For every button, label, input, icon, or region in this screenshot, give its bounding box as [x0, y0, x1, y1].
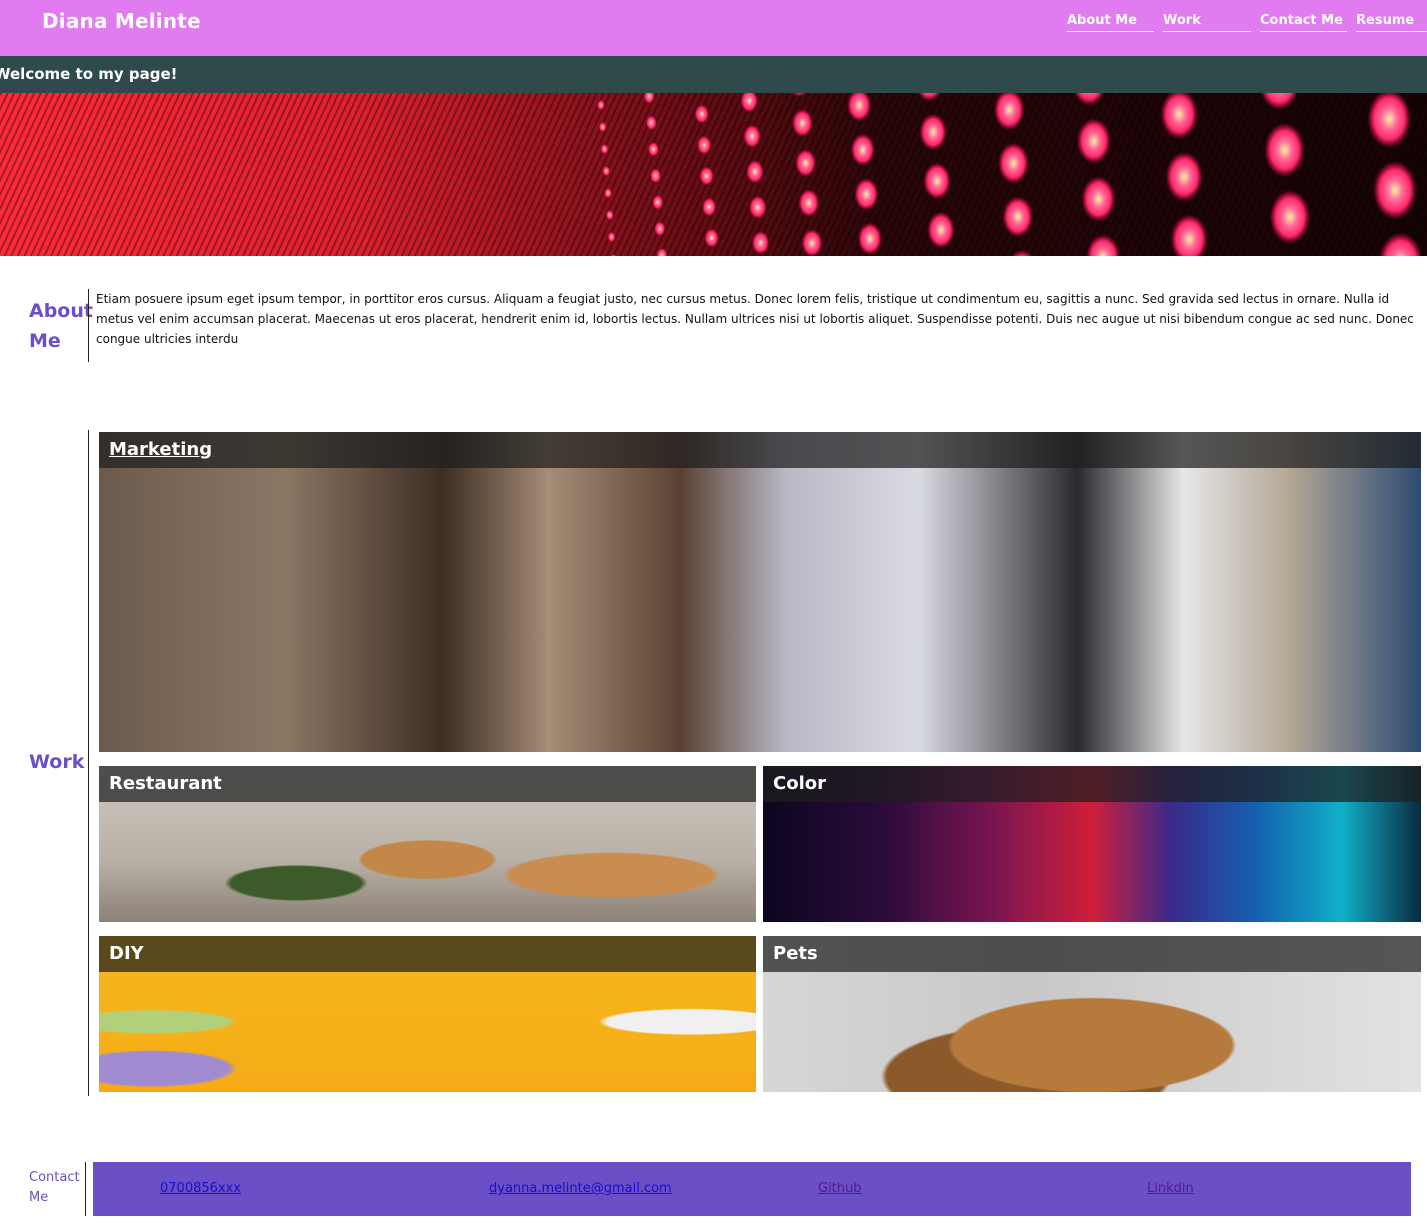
led-dot	[1011, 249, 1033, 256]
led-dot	[854, 178, 879, 211]
welcome-text: Welcome to my page!	[0, 65, 178, 83]
led-dot	[604, 188, 612, 198]
led-dot	[792, 109, 813, 137]
nav-resume[interactable]: Resume	[1356, 13, 1427, 32]
contact-linkedin-link[interactable]: Linkdin	[1147, 1181, 1194, 1196]
work-tile-color[interactable]: Color	[763, 766, 1421, 922]
led-dot	[699, 166, 714, 186]
led-dot	[606, 210, 614, 220]
led-dot	[1076, 118, 1111, 164]
led-dot	[1170, 214, 1208, 256]
led-dot	[998, 142, 1029, 184]
led-dot	[645, 115, 657, 130]
led-dot	[598, 122, 607, 132]
contact-divider	[85, 1162, 86, 1216]
led-dot	[751, 231, 770, 255]
tile-caption-bar: Color	[763, 766, 1421, 802]
led-dot	[1264, 123, 1305, 177]
about-paragraph: Etiam posuere ipsum eget ipsum tempor, i…	[96, 292, 1414, 346]
led-dot	[1160, 93, 1198, 140]
led-dot	[610, 254, 617, 256]
brand-title[interactable]: Diana Melinte	[42, 9, 201, 33]
work-heading: Work	[29, 751, 85, 773]
contact-heading: Contact Me	[29, 1168, 80, 1208]
about-heading-line2: Me	[29, 330, 61, 352]
work-tile-marketing[interactable]: Marketing	[99, 432, 1421, 752]
led-dot	[600, 144, 609, 154]
led-dot	[993, 93, 1025, 131]
led-dot	[850, 133, 875, 166]
nav-contact-me[interactable]: Contact Me	[1260, 13, 1347, 32]
led-dot	[702, 197, 717, 217]
led-dot	[917, 93, 941, 102]
welcome-bar: Welcome to my page!	[0, 56, 1427, 93]
led-dot	[927, 211, 955, 249]
led-dot	[743, 124, 761, 148]
work-tile-pets[interactable]: Pets	[763, 936, 1421, 1092]
tile-caption-bar: DIY	[99, 936, 756, 972]
contact-github-link[interactable]: Github	[818, 1181, 862, 1196]
led-dot	[792, 93, 807, 97]
contact-email-link[interactable]: dyanna.melinte@gmail.com	[489, 1181, 672, 1196]
led-dot	[1260, 93, 1299, 110]
contact-heading-line1: Contact	[29, 1170, 80, 1185]
tile-caption-bar: Marketing	[99, 432, 1421, 468]
led-dot	[697, 135, 712, 155]
led-dot	[1379, 232, 1423, 256]
nav-work[interactable]: Work	[1163, 13, 1251, 32]
tile-title-marketing[interactable]: Marketing	[109, 439, 212, 460]
contact-heading-line2: Me	[29, 1190, 49, 1205]
led-dot	[795, 149, 816, 177]
contact-phone-link[interactable]: 0700856xxx	[160, 1181, 241, 1196]
led-dot	[1002, 196, 1034, 238]
tile-title-color[interactable]: Color	[773, 773, 826, 794]
led-dot	[1373, 161, 1417, 220]
tile-title-restaurant[interactable]: Restaurant	[109, 773, 222, 794]
led-dot	[1269, 190, 1311, 244]
nav-about-me[interactable]: About Me	[1067, 13, 1154, 32]
led-lights-pattern	[597, 93, 1423, 256]
led-dot	[1081, 176, 1116, 222]
led-dot	[650, 168, 661, 183]
work-tile-restaurant[interactable]: Restaurant	[99, 766, 756, 922]
work-divider	[88, 430, 89, 1096]
hero-banner-image	[0, 93, 1427, 256]
about-heading-line1: About	[29, 300, 93, 322]
led-dot	[643, 93, 655, 104]
contact-links-bar: 0700856xxx dyanna.melinte@gmail.com Gith…	[93, 1162, 1411, 1216]
led-dot	[919, 113, 947, 151]
led-dot	[1074, 93, 1105, 106]
led-dot	[857, 222, 882, 255]
led-dot	[798, 189, 820, 217]
led-dot	[1086, 234, 1121, 256]
led-dot	[694, 104, 709, 124]
tile-title-diy[interactable]: DIY	[109, 943, 144, 964]
led-dot	[740, 93, 758, 113]
led-dot	[1165, 151, 1203, 202]
led-dot	[749, 195, 767, 219]
tile-caption-bar: Restaurant	[99, 766, 756, 802]
led-dot	[923, 162, 951, 200]
tile-title-pets[interactable]: Pets	[773, 943, 818, 964]
about-divider	[88, 289, 89, 362]
led-dot	[746, 160, 764, 184]
led-dot	[656, 248, 668, 256]
led-dot	[801, 229, 823, 256]
led-dot	[597, 100, 605, 110]
led-dot	[648, 142, 659, 157]
led-dot	[847, 93, 872, 122]
tile-caption-bar: Pets	[763, 936, 1421, 972]
about-heading: About Me	[29, 296, 93, 356]
work-tile-diy[interactable]: DIY	[99, 936, 756, 1092]
led-dot	[654, 221, 666, 236]
led-dot	[602, 166, 610, 176]
led-dot	[607, 232, 616, 242]
led-dot	[704, 228, 719, 248]
led-dot	[1367, 93, 1412, 148]
site-header: Diana Melinte About Me Work Contact Me R…	[0, 0, 1427, 56]
led-dot	[652, 195, 664, 210]
